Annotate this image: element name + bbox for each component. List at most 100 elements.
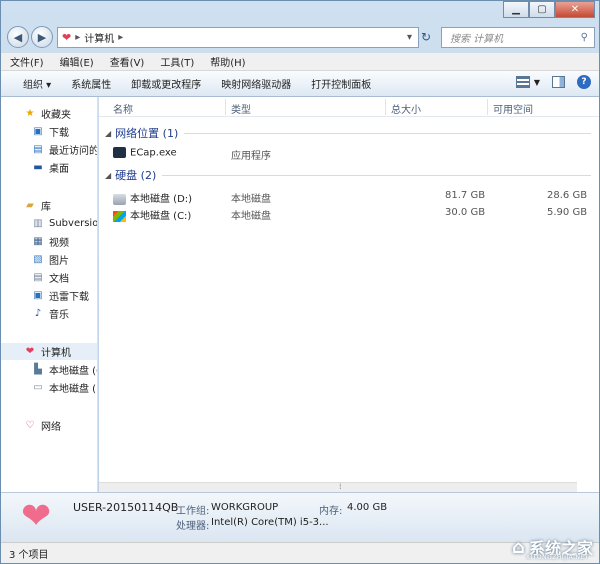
group-divider <box>162 174 591 176</box>
system-properties-button[interactable]: 系统属性 <box>61 76 121 91</box>
column-type[interactable]: 类型 <box>231 101 251 116</box>
nav-item-videos[interactable]: ▦ 视频 <box>31 233 69 250</box>
group-network-locations[interactable]: ◢ 网络位置 (1) <box>105 125 591 141</box>
item-type: 应用程序 <box>231 151 271 162</box>
item-name: ECap.exe <box>113 147 177 159</box>
camera-app-icon <box>113 147 126 158</box>
nav-item-xunlei[interactable]: ▣ 迅雷下载 <box>31 287 89 304</box>
music-icon: ♪ <box>34 308 42 319</box>
column-divider[interactable] <box>487 99 488 115</box>
pictures-icon: ▧ <box>33 254 43 265</box>
view-controls: ▼ ? <box>515 75 591 89</box>
nav-item-label: 最近访问的 <box>49 146 98 157</box>
preview-pane-icon[interactable] <box>552 76 565 88</box>
item-total-size: 30.0 GB <box>445 207 486 218</box>
download-folder-icon: ▣ <box>33 126 43 137</box>
windows-drive-icon: ▙ <box>34 364 42 375</box>
uninstall-program-button[interactable]: 卸载或更改程序 <box>121 76 211 91</box>
nav-item-label: 图片 <box>49 256 69 267</box>
details-pane: ❤ USER-20150114QB 工作组: WORKGROUP 内存: 4.0… <box>1 492 599 542</box>
change-view-icon[interactable] <box>515 76 530 88</box>
nav-computer[interactable]: ❤ 计算机 <box>1 343 97 360</box>
item-free-space: 5.90 GB <box>547 207 588 218</box>
column-free-space[interactable]: 可用空间 <box>493 101 533 116</box>
menu-view[interactable]: 查看(V) <box>107 54 148 69</box>
view-dropdown-icon[interactable]: ▼ <box>534 78 540 87</box>
nav-item-downloads[interactable]: ▣ 下载 <box>31 123 69 140</box>
menu-file[interactable]: 文件(F) <box>7 54 47 69</box>
search-icon: ⚲ <box>580 32 588 43</box>
help-icon[interactable]: ? <box>577 75 591 89</box>
nav-item-drive-d[interactable]: ▭ 本地磁盘 (D <box>31 379 97 396</box>
horizontal-scrollbar[interactable]: ⁞ <box>99 482 577 492</box>
item-free-space: 28.6 GB <box>547 190 588 201</box>
nav-item-documents[interactable]: ▤ 文档 <box>31 269 69 286</box>
nav-item-label: 音乐 <box>49 310 69 321</box>
list-item[interactable]: 本地磁盘 (D:) 本地磁盘 81.7 GB 28.6 GB <box>99 188 599 205</box>
hard-drive-icon <box>113 193 126 205</box>
group-label: 网络位置 (1) <box>115 127 179 140</box>
nav-network[interactable]: ♡ 网络 <box>23 417 61 434</box>
address-bar[interactable]: ❤ ▸ 计算机 ▸ ▾ <box>57 27 419 48</box>
explorer-window: ▁ ▢ ✕ ◀ ▶ ❤ ▸ 计算机 ▸ ▾ ↻ 搜索 计算机 ⚲ 文件(F) 编… <box>0 0 600 564</box>
address-dropdown-icon[interactable]: ▾ <box>407 32 412 43</box>
menu-help[interactable]: 帮助(H) <box>207 54 248 69</box>
nav-libraries[interactable]: ▰ 库 <box>23 197 51 214</box>
workgroup-label: 工作组: <box>176 506 210 517</box>
item-name: 本地磁盘 (C:) <box>113 207 191 222</box>
nav-computer-label: 计算机 <box>41 348 71 359</box>
nav-item-drive-c[interactable]: ▙ 本地磁盘 (C <box>31 361 98 378</box>
menu-bar: 文件(F) 编辑(E) 查看(V) 工具(T) 帮助(H) <box>1 53 599 71</box>
nav-favorites[interactable]: ★ 收藏夹 <box>23 105 71 122</box>
collapse-arrow-icon: ◢ <box>105 128 112 138</box>
menu-edit[interactable]: 编辑(E) <box>57 54 97 69</box>
network-heart-icon: ♡ <box>25 420 35 431</box>
memory-value: 4.00 GB <box>347 502 388 513</box>
watermark-logo-icon: ⌂ <box>512 536 525 558</box>
column-divider[interactable] <box>225 99 226 115</box>
forward-button[interactable]: ▶ <box>31 26 53 48</box>
nav-favorites-label: 收藏夹 <box>41 110 71 121</box>
open-control-panel-button[interactable]: 打开控制面板 <box>301 76 381 91</box>
back-button[interactable]: ◀ <box>7 26 29 48</box>
close-button[interactable]: ✕ <box>555 1 595 18</box>
nav-item-label: 桌面 <box>49 164 69 175</box>
title-bar[interactable]: ▁ ▢ ✕ <box>1 1 599 23</box>
window-controls: ▁ ▢ ✕ <box>503 1 595 18</box>
item-name-text: ECap.exe <box>130 147 177 159</box>
organize-button[interactable]: 组织 ▾ <box>13 76 61 91</box>
group-label: 硬盘 (2) <box>115 169 157 182</box>
column-divider[interactable] <box>385 99 386 115</box>
scroll-grip-icon[interactable]: ⁞ <box>339 482 342 491</box>
breadcrumb-computer[interactable]: 计算机 <box>84 30 114 45</box>
item-name-text: 本地磁盘 (D:) <box>130 194 193 205</box>
group-divider <box>184 132 591 134</box>
download-folder-icon: ▣ <box>33 290 43 301</box>
nav-item-label: Subversion <box>49 218 98 229</box>
collapse-arrow-icon: ◢ <box>105 170 112 180</box>
list-item[interactable]: 本地磁盘 (C:) 本地磁盘 30.0 GB 5.90 GB <box>99 205 599 222</box>
maximize-button[interactable]: ▢ <box>529 1 555 18</box>
group-hard-drives[interactable]: ◢ 硬盘 (2) <box>105 167 591 183</box>
refresh-icon[interactable]: ↻ <box>421 30 431 44</box>
nav-item-label: 本地磁盘 (C <box>49 366 98 377</box>
documents-icon: ▤ <box>33 272 43 283</box>
nav-item-desktop[interactable]: ▬ 桌面 <box>31 159 69 176</box>
search-input[interactable]: 搜索 计算机 ⚲ <box>441 27 595 48</box>
nav-item-music[interactable]: ♪ 音乐 <box>31 305 69 322</box>
list-item[interactable]: ECap.exe 应用程序 <box>99 145 599 162</box>
processor-value: Intel(R) Core(TM) i5-3... <box>211 517 329 528</box>
computer-heart-icon: ❤ <box>62 31 72 44</box>
desktop-icon: ▬ <box>33 162 43 173</box>
column-total-size[interactable]: 总大小 <box>391 101 421 116</box>
minimize-button[interactable]: ▁ <box>503 1 529 18</box>
map-network-drive-button[interactable]: 映射网络驱动器 <box>211 76 301 91</box>
menu-tools[interactable]: 工具(T) <box>157 54 197 69</box>
column-name[interactable]: 名称 <box>113 101 133 116</box>
memory-label: 内存: <box>319 506 343 517</box>
processor-label: 处理器: <box>176 521 210 532</box>
nav-item-recent[interactable]: ▤ 最近访问的 <box>31 141 98 158</box>
nav-item-pictures[interactable]: ▧ 图片 <box>31 251 69 268</box>
nav-item-subversion[interactable]: ▥ Subversion <box>31 215 98 232</box>
column-header: 名称 类型 总大小 可用空间 <box>99 97 599 117</box>
